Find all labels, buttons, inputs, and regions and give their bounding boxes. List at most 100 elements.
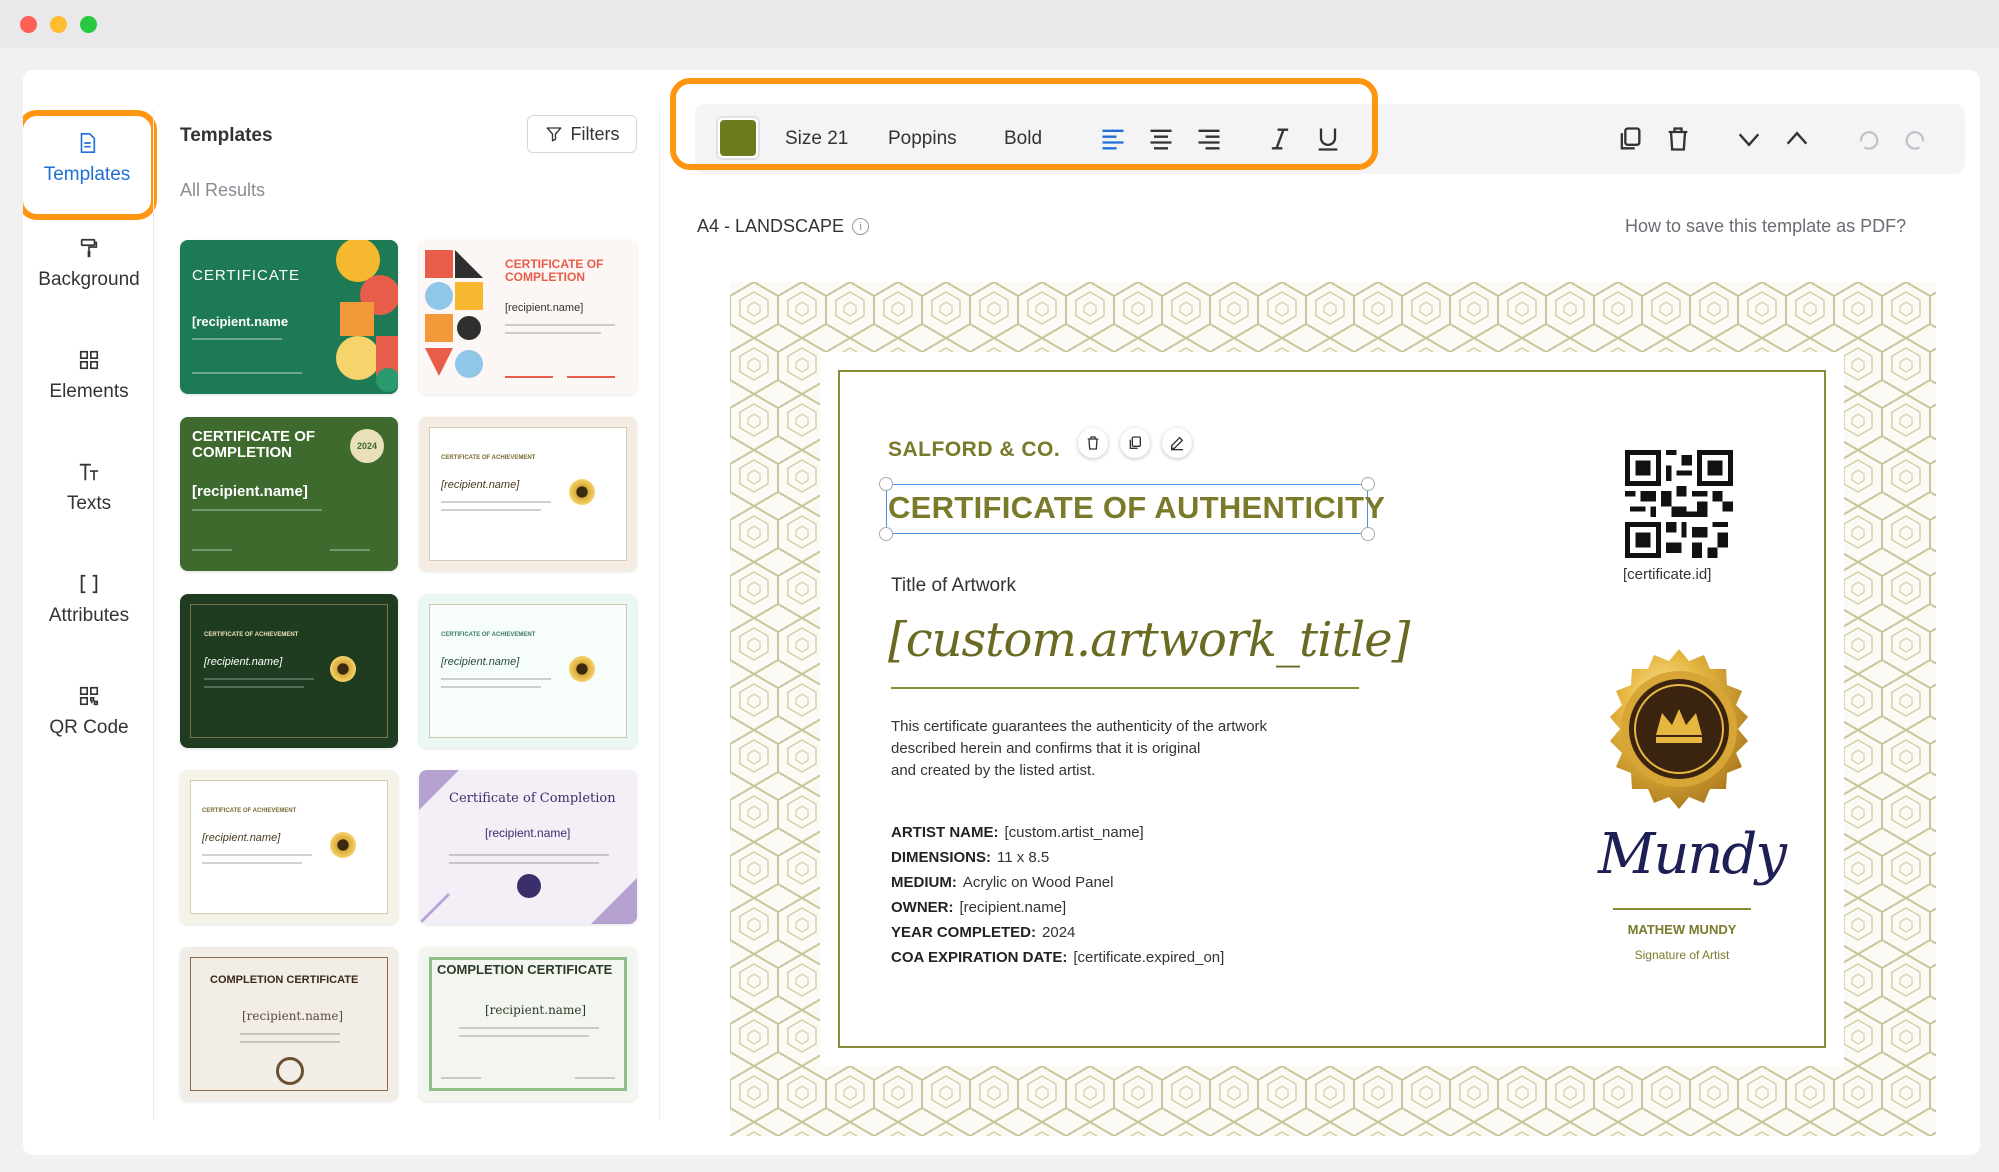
field-row: OWNER: [recipient.name] (891, 895, 1224, 920)
template-recipient: [recipient.name] (485, 826, 571, 840)
resize-handle[interactable] (1361, 477, 1375, 491)
template-thumbnail[interactable]: CERTIFICATE OF COMPLETION 2024 [recipien… (180, 417, 398, 571)
duplicate-element-button[interactable] (1120, 428, 1150, 458)
italic-icon[interactable] (1266, 125, 1294, 153)
template-thumbnail[interactable]: CERTIFICATE OF COMPLETION [recipient.nam… (419, 240, 637, 394)
artist-signature[interactable]: Mundy (1598, 822, 1787, 887)
text-icon (79, 463, 99, 481)
text-placeholder (204, 686, 304, 688)
certificate-id-label[interactable]: [certificate.id] (1623, 566, 1711, 583)
company-name[interactable]: SALFORD & CO. (888, 438, 1060, 462)
move-up-icon[interactable] (1783, 125, 1811, 153)
signature-line (441, 1077, 481, 1079)
template-thumbnail[interactable]: CERTIFICATE OF ACHIEVEMENT [recipient.na… (419, 417, 637, 571)
align-left-icon[interactable] (1099, 125, 1127, 153)
template-title: CERTIFICATE OF COMPLETION (192, 428, 316, 461)
text-placeholder (449, 854, 609, 856)
certificate-canvas[interactable]: SALFORD & CO. CERTIFICATE OF AUTHENTICIT… (730, 282, 1936, 1136)
template-frame (190, 780, 388, 914)
text-placeholder (202, 862, 302, 864)
qr-code-icon[interactable] (1625, 450, 1733, 558)
certificate-description[interactable]: This certificate guarantees the authenti… (891, 716, 1351, 782)
field-row: DIMENSIONS: 11 x 8.5 (891, 845, 1224, 870)
font-weight-dropdown[interactable]: Bold (1004, 128, 1042, 150)
year-badge: 2024 (350, 429, 384, 463)
certificate-title[interactable]: CERTIFICATE OF AUTHENTICITY (888, 490, 1385, 526)
underline-icon[interactable] (1314, 125, 1342, 153)
field-value: [custom.artist_name] (1004, 824, 1144, 841)
nav-item-background[interactable]: Background (23, 215, 155, 325)
nav-item-templates[interactable]: Templates (23, 110, 157, 220)
signature-line (505, 376, 553, 378)
template-title: CERTIFICATE OF ACHIEVEMENT (441, 632, 536, 638)
nav-item-attributes[interactable]: Attributes (23, 551, 155, 661)
filters-label: Filters (570, 123, 620, 144)
field-value: [certificate.expired_on] (1073, 949, 1225, 966)
gold-crown-seal-icon[interactable] (1596, 647, 1762, 813)
window-titlebar (0, 0, 1999, 48)
zoom-window-button[interactable] (80, 16, 97, 33)
page-size-text: A4 - LANDSCAPE (697, 216, 845, 236)
nav-label: Elements (49, 381, 129, 402)
description-line: This certificate guarantees the authenti… (891, 718, 1268, 735)
all-results-label: All Results (180, 180, 266, 200)
save-as-pdf-help-link[interactable]: How to save this template as PDF? (1625, 216, 1906, 237)
gold-seal-icon (569, 656, 595, 682)
template-recipient: [recipient.name] (204, 656, 283, 668)
field-row: COA EXPIRATION DATE: [certificate.expired… (891, 945, 1224, 970)
template-title: Certificate of Completion (449, 791, 616, 806)
geometric-pattern-icon (336, 240, 398, 392)
certificate-fields[interactable]: ARTIST NAME: [custom.artist_name] DIMENSI… (891, 820, 1224, 970)
minimize-window-button[interactable] (50, 16, 67, 33)
artwork-title-script[interactable]: [custom.artwork_title] (888, 612, 1410, 668)
text-placeholder (240, 1041, 340, 1043)
template-thumbnail[interactable]: CERTIFICATE [recipient.name (180, 240, 398, 394)
nav-item-qr-code[interactable]: QR Code (23, 663, 155, 773)
template-thumbnail[interactable]: CERTIFICATE OF ACHIEVEMENT [recipient.na… (180, 594, 398, 748)
delete-element-button[interactable] (1078, 428, 1108, 458)
template-frame (429, 604, 627, 738)
align-center-icon[interactable] (1147, 125, 1175, 153)
text-placeholder (202, 854, 312, 856)
template-frame (190, 604, 388, 738)
description-line: described herein and confirms that it is… (891, 740, 1201, 757)
trash-icon[interactable] (1664, 125, 1692, 153)
resize-handle[interactable] (879, 477, 893, 491)
undo-icon[interactable] (1854, 125, 1882, 153)
duplicate-icon (1129, 436, 1141, 449)
resize-handle[interactable] (1361, 527, 1375, 541)
font-family-dropdown[interactable]: Poppins (888, 128, 957, 150)
nav-item-texts[interactable]: Texts (23, 439, 155, 549)
move-down-icon[interactable] (1735, 125, 1763, 153)
redo-icon[interactable] (1902, 125, 1930, 153)
info-icon[interactable]: i (852, 218, 870, 235)
font-size-dropdown[interactable]: Size 21 (785, 128, 848, 150)
resize-handle[interactable] (879, 527, 893, 541)
artwork-underline (891, 687, 1359, 689)
template-title: CERTIFICATE (192, 267, 300, 284)
nav-label: Texts (66, 493, 112, 514)
artwork-label[interactable]: Title of Artwork (891, 575, 1016, 597)
nav-item-elements[interactable]: Elements (23, 327, 155, 437)
color-swatch (720, 120, 756, 156)
field-label: COA EXPIRATION DATE: (891, 949, 1068, 966)
nav-label: Templates (43, 164, 131, 185)
text-color-picker[interactable] (716, 116, 760, 160)
filters-button[interactable]: Filters (527, 115, 637, 153)
duplicate-icon[interactable] (1616, 125, 1644, 153)
template-thumbnail[interactable]: COMPLETION CERTIFICATE [recipient.name] (419, 947, 637, 1101)
close-window-button[interactable] (20, 16, 37, 33)
template-thumbnail[interactable]: CERTIFICATE OF ACHIEVEMENT [recipient.na… (180, 770, 398, 924)
text-placeholder (204, 678, 314, 680)
edit-element-button[interactable] (1162, 428, 1192, 458)
template-thumbnail[interactable]: CERTIFICATE OF ACHIEVEMENT [recipient.na… (419, 594, 637, 748)
template-thumbnail[interactable]: COMPLETION CERTIFICATE [recipient.name] (180, 947, 398, 1101)
field-label: DIMENSIONS: (891, 849, 992, 866)
signer-title[interactable]: Signature of Artist (1598, 948, 1766, 962)
geometric-pattern-icon (425, 250, 483, 378)
signer-name[interactable]: MATHEW MUNDY (1598, 922, 1766, 937)
template-thumbnail[interactable]: Certificate of Completion [recipient.nam… (419, 770, 637, 924)
align-right-icon[interactable] (1195, 125, 1223, 153)
text-placeholder (459, 1035, 589, 1037)
badge-icon (517, 874, 541, 898)
